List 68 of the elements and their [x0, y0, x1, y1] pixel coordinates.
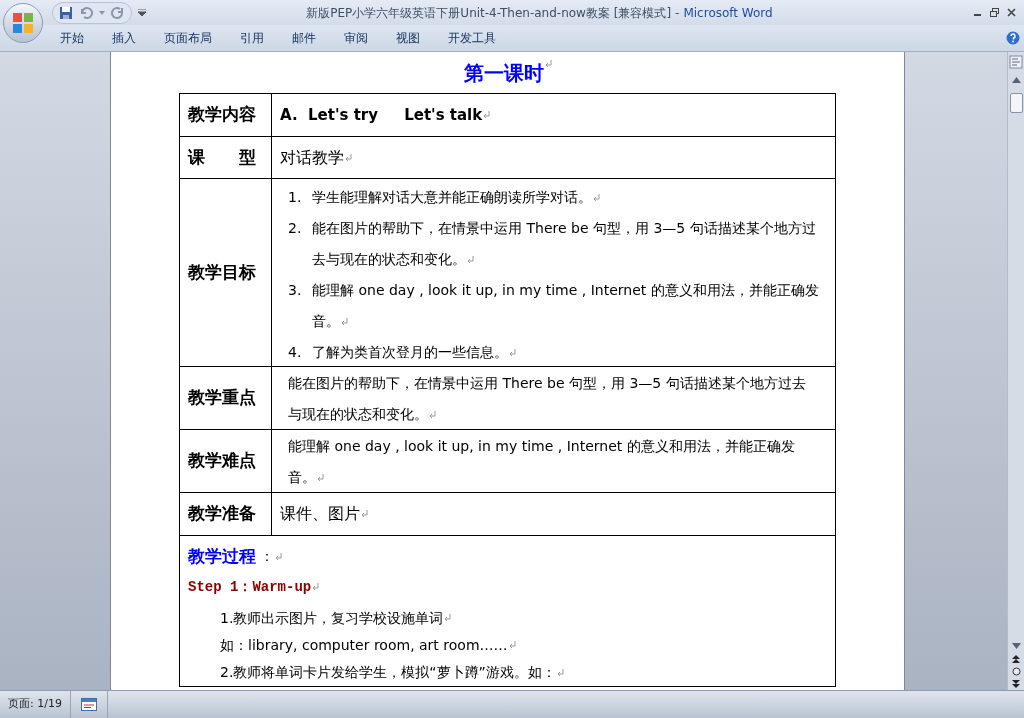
list-item-text: 能理解 one day , look it up, in my time , Internet 的意义和用法，并能正确发音。 — [312, 281, 819, 331]
list-item-text: 学生能理解对话大意并能正确朗读所学对话。 — [312, 182, 600, 213]
row-label: 教学内容 — [188, 103, 256, 127]
layout-icon[interactable] — [80, 698, 97, 711]
ribbon-tab[interactable]: 开始 — [48, 29, 96, 47]
paragraph-mark-icon — [345, 153, 352, 162]
list-number: 4. — [288, 343, 303, 362]
ribbon-tab[interactable]: 邮件 — [280, 29, 328, 47]
previous-page-icon[interactable] — [1012, 655, 1020, 663]
body-text: 如：library, computer room, art room…… — [220, 635, 508, 655]
paragraph-mark-icon — [317, 474, 324, 482]
scroll-up-icon[interactable] — [1011, 77, 1021, 83]
scroll-down-icon[interactable] — [1011, 643, 1021, 649]
browse-object-icon[interactable] — [1011, 667, 1021, 676]
paragraph-mark-icon — [275, 552, 282, 561]
paragraph-mark-icon — [467, 256, 474, 264]
list-item-text: 了解为类首次登月的一些信息。 — [312, 337, 516, 368]
app-name: Microsoft Word — [683, 4, 773, 22]
close-icon[interactable] — [1007, 8, 1016, 17]
scroll-thumb[interactable] — [1009, 93, 1023, 113]
list-item-text: 能在图片的帮助下，在情景中运用 There be 句型，用 3—5 句话描述某个地方过去与现在的状态和变化。 — [312, 219, 817, 269]
paragraph-mark-icon — [593, 194, 600, 202]
save-icon[interactable] — [59, 5, 73, 20]
row-label: 教学准备 — [188, 502, 256, 526]
list-number: 2. — [288, 219, 303, 238]
paragraph-mark-icon — [312, 583, 320, 592]
paragraph-mark-icon — [444, 614, 452, 623]
row-label: 课 型 — [188, 145, 256, 169]
list-number: 1. — [288, 188, 303, 207]
paragraph-mark-icon — [544, 60, 552, 68]
paragraph-mark-icon — [361, 510, 368, 518]
ribbon-tab[interactable]: 插入 — [100, 29, 148, 47]
title-separator: - — [675, 4, 680, 22]
step-heading: Step 1：Warm-up — [188, 577, 312, 597]
section-heading: 教学过程 — [188, 545, 256, 568]
body-text: 2.教师将单词卡片发给学生，模拟“萝卜蹲”游戏。如： — [220, 663, 556, 682]
ribbon-tab[interactable]: 视图 — [384, 29, 432, 47]
cell-text: A. Let's try Let's talk — [280, 104, 483, 126]
document-heading: 第一课时 — [463, 60, 544, 86]
cell-text: 对话教学 — [280, 146, 344, 169]
paragraph-mark-icon — [341, 318, 348, 326]
ruler-toggle-icon[interactable] — [1009, 55, 1023, 69]
customize-caret-icon[interactable] — [138, 9, 146, 16]
ribbon-tab[interactable]: 开发工具 — [436, 29, 508, 47]
row-label: 教学难点 — [188, 449, 256, 473]
cell-text: 能理解 one day , look it up, in my time , Internet 的意义和用法，并能正确发音。 — [288, 438, 795, 485]
cell-text: 课件、图片 — [280, 503, 360, 525]
ribbon-tab[interactable]: 引用 — [228, 29, 276, 47]
office-logo-icon — [12, 12, 34, 34]
paragraph-mark-icon — [556, 668, 564, 677]
list-number: 3. — [288, 281, 303, 300]
page-count: 页面: 1/19 — [7, 696, 63, 713]
ribbon-tab[interactable]: 页面布局 — [152, 29, 224, 47]
body-text: 1.教师出示图片，复习学校设施单词 — [220, 608, 444, 628]
paragraph-mark-icon — [483, 111, 491, 119]
next-page-icon[interactable] — [1012, 680, 1020, 688]
help-icon[interactable] — [1006, 31, 1020, 45]
row-label: 教学重点 — [188, 386, 256, 410]
paragraph-mark-icon — [429, 411, 436, 419]
heading-colon: ： — [260, 547, 274, 567]
office-button[interactable] — [3, 3, 43, 43]
ribbon-tab[interactable]: 审阅 — [332, 29, 380, 47]
document-title: 新版PEP小学六年级英语下册Unit-4-Then-and-now教案 [兼容模式] — [306, 4, 672, 22]
row-label: 教学目标 — [188, 260, 256, 284]
paragraph-mark-icon — [509, 349, 516, 357]
cell-text: 能在图片的帮助下，在情景中运用 There be 句型，用 3—5 句话描述某个地方过去与现在的状态和变化。 — [288, 375, 806, 422]
restore-icon[interactable] — [990, 8, 999, 17]
paragraph-mark-icon — [508, 641, 516, 650]
